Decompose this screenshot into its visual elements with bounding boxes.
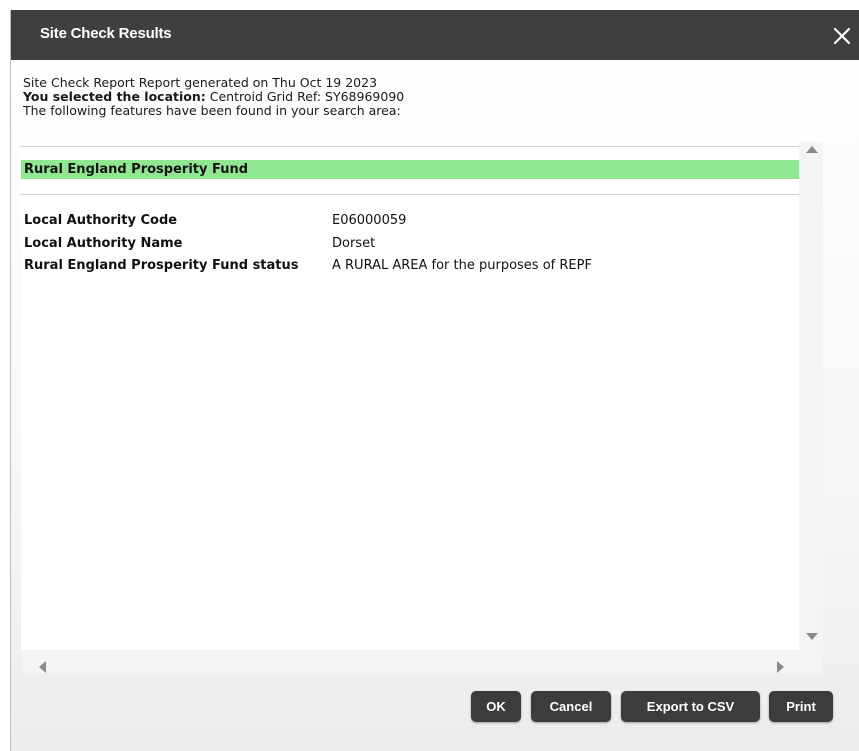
row-value: E06000059 [332,213,407,228]
divider-top [21,146,799,147]
scroll-up-arrow-icon[interactable] [806,146,818,153]
site-check-dialog: Site Check Results Site Check Report Rep… [10,10,859,751]
dialog-title: Site Check Results [40,25,172,42]
row-label: Local Authority Name [24,236,183,251]
row-label: Rural England Prosperity Fund status [24,258,299,273]
row-label: Local Authority Code [24,213,178,228]
scroll-left-arrow-icon[interactable] [39,661,46,673]
selected-location-label: You selected the location: [23,89,206,104]
features-found-line: The following features have been found i… [23,103,401,118]
results-content: Rural England Prosperity Fund Local Auth… [21,142,799,650]
row-value: Dorset [332,236,376,251]
export-to-csv-button[interactable]: Export to CSV [621,691,760,722]
section-header: Rural England Prosperity Fund [21,160,799,179]
report-generated-line: Site Check Report Report generated on Th… [23,75,378,90]
divider-section [21,194,799,195]
ok-button[interactable]: OK [471,691,521,722]
close-icon[interactable] [830,24,854,48]
selected-location-line: You selected the location: Centroid Grid… [23,90,404,104]
results-scroll-area[interactable]: Rural England Prosperity Fund Local Auth… [21,142,823,673]
cancel-button[interactable]: Cancel [531,691,611,722]
scroll-right-arrow-icon[interactable] [777,661,784,673]
dialog-titlebar: Site Check Results [11,10,859,60]
report-header: Site Check Report Report generated on Th… [23,76,404,118]
row-value: A RURAL AREA for the purposes of REPF [332,258,592,273]
scroll-down-arrow-icon[interactable] [806,633,818,640]
print-button[interactable]: Print [769,691,833,722]
selected-location-value: Centroid Grid Ref: SY68969090 [205,89,405,104]
